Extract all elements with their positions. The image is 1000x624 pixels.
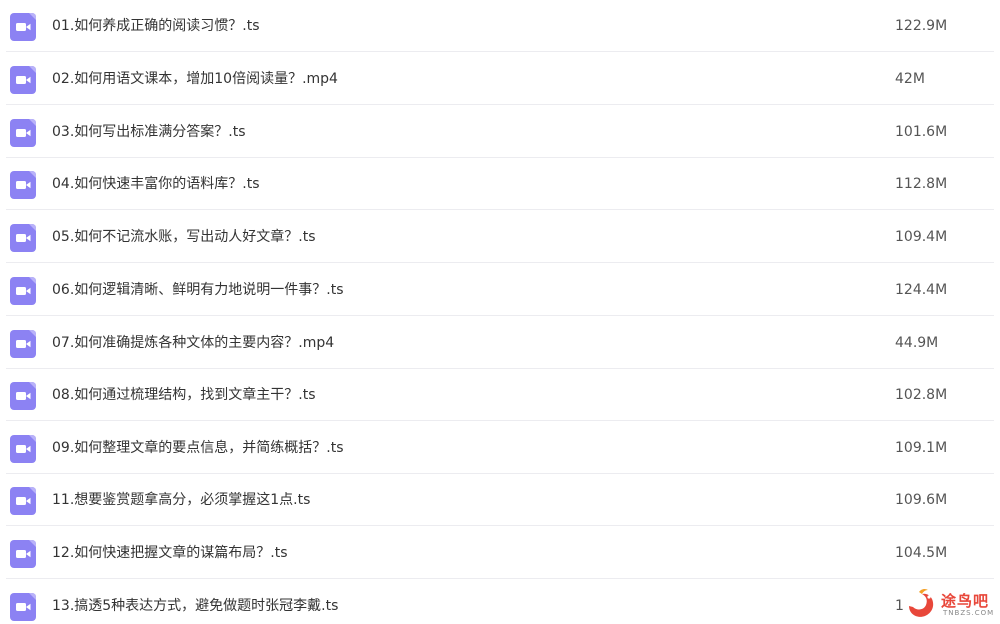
file-row[interactable]: 12.如何快速把握文章的谋篇布局？.ts 104.5M (0, 527, 1000, 579)
file-size: 109.4M (895, 229, 948, 245)
file-size: 42M (895, 71, 925, 87)
video-file-icon (10, 277, 36, 305)
watermark-subtitle: TNBZS.COM (943, 609, 995, 617)
video-file-icon (10, 119, 36, 147)
watermark-title: 途鸟吧 (941, 592, 990, 610)
file-size: 102.8M (895, 387, 948, 403)
file-name[interactable]: 07.如何准确提炼各种文体的主要内容？.mp4 (52, 317, 334, 369)
file-row[interactable]: 04.如何快速丰富你的语料库？.ts 112.8M (0, 158, 1000, 210)
file-size: 124.4M (895, 282, 948, 298)
file-name[interactable]: 12.如何快速把握文章的谋篇布局？.ts (52, 527, 288, 579)
file-size: 104.5M (895, 545, 948, 561)
file-row[interactable]: 11.想要鉴赏题拿高分，必须掌握这1点.ts 109.6M (0, 474, 1000, 526)
file-name[interactable]: 06.如何逻辑清晰、鲜明有力地说明一件事？.ts (52, 264, 344, 316)
site-watermark: 途鸟吧 TNBZS.COM (905, 586, 997, 622)
video-file-icon (10, 540, 36, 568)
file-size: 122.9M (895, 18, 948, 34)
video-file-icon (10, 593, 36, 621)
file-row[interactable]: 08.如何通过梳理结构，找到文章主干？.ts 102.8M (0, 369, 1000, 421)
file-name[interactable]: 11.想要鉴赏题拿高分，必须掌握这1点.ts (52, 474, 310, 526)
file-size: 101.6M (895, 124, 948, 140)
video-file-icon (10, 382, 36, 410)
file-row[interactable]: 03.如何写出标准满分答案？.ts 101.6M (0, 106, 1000, 158)
video-file-icon (10, 330, 36, 358)
file-row[interactable]: 05.如何不记流水账，写出动人好文章？.ts 109.4M (0, 211, 1000, 263)
file-name[interactable]: 09.如何整理文章的要点信息，并简练概括？.ts (52, 422, 344, 474)
file-row[interactable]: 06.如何逻辑清晰、鲜明有力地说明一件事？.ts 124.4M (0, 264, 1000, 316)
file-size: 109.6M (895, 492, 948, 508)
video-file-icon (10, 13, 36, 41)
file-row[interactable]: 02.如何用语文课本，增加10倍阅读量？.mp4 42M (0, 53, 1000, 105)
file-row[interactable]: 13.搞透5种表达方式，避免做题时张冠李戴.ts 1 (0, 580, 1000, 624)
video-file-icon (10, 224, 36, 252)
file-row[interactable]: 07.如何准确提炼各种文体的主要内容？.mp4 44.9M (0, 317, 1000, 369)
file-size: 112.8M (895, 176, 948, 192)
video-file-icon (10, 66, 36, 94)
file-name[interactable]: 03.如何写出标准满分答案？.ts (52, 106, 246, 158)
bird-logo-icon (909, 588, 934, 617)
file-name[interactable]: 08.如何通过梳理结构，找到文章主干？.ts (52, 369, 316, 421)
file-name[interactable]: 04.如何快速丰富你的语料库？.ts (52, 158, 260, 210)
file-row[interactable]: 01.如何养成正确的阅读习惯？.ts 122.9M (0, 0, 1000, 52)
video-file-icon (10, 487, 36, 515)
file-name[interactable]: 02.如何用语文课本，增加10倍阅读量？.mp4 (52, 53, 338, 105)
file-name[interactable]: 01.如何养成正确的阅读习惯？.ts (52, 0, 260, 52)
file-list: 01.如何养成正确的阅读习惯？.ts 122.9M 02.如何用语文课本，增加1… (0, 0, 1000, 624)
file-size: 1 (895, 598, 904, 614)
file-row[interactable]: 09.如何整理文章的要点信息，并简练概括？.ts 109.1M (0, 422, 1000, 474)
file-size: 109.1M (895, 440, 948, 456)
file-size: 44.9M (895, 335, 939, 351)
file-name[interactable]: 05.如何不记流水账，写出动人好文章？.ts (52, 211, 316, 263)
video-file-icon (10, 171, 36, 199)
video-file-icon (10, 435, 36, 463)
file-name[interactable]: 13.搞透5种表达方式，避免做题时张冠李戴.ts (52, 580, 338, 624)
